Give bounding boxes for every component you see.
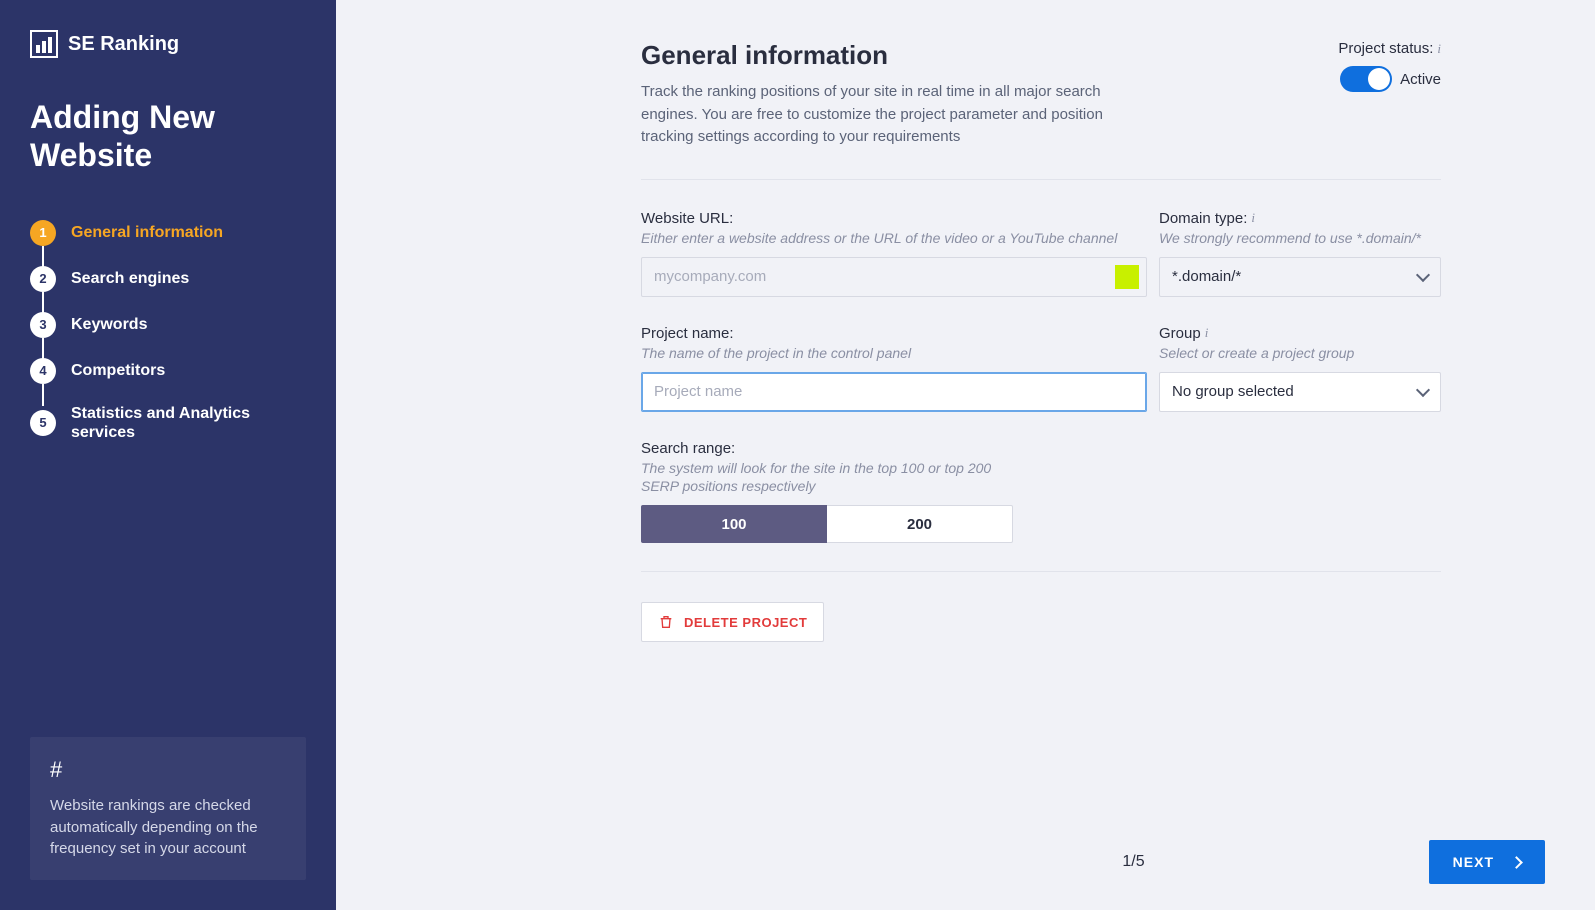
page-indicator: 1/5 <box>1122 853 1144 871</box>
delete-project-button[interactable]: DELETE PROJECT <box>641 602 824 642</box>
search-range-label: Search range: <box>641 440 1441 457</box>
trash-icon <box>658 613 674 631</box>
search-range-100-button[interactable]: 100 <box>641 505 827 543</box>
step-keywords[interactable]: 3 Keywords <box>30 302 306 348</box>
search-range-group: 100 200 <box>641 505 1441 543</box>
website-url-label: Website URL: <box>641 210 1147 227</box>
project-name-label: Project name: <box>641 325 1147 342</box>
group-label: Group i <box>1159 325 1441 342</box>
sidebar-info-box: # Website rankings are checked automatic… <box>30 737 306 880</box>
step-statistics[interactable]: 5 Statistics and Analytics services <box>30 394 306 452</box>
group-select[interactable]: No group selected <box>1159 372 1441 412</box>
info-icon[interactable]: i <box>1251 210 1255 226</box>
website-url-hint: Either enter a website address or the UR… <box>641 229 1147 247</box>
group-value: No group selected <box>1172 383 1294 400</box>
footer: 1/5 NEXT <box>722 840 1545 884</box>
project-name-input[interactable] <box>641 372 1147 412</box>
project-status-value: Active <box>1400 71 1441 88</box>
hash-icon: # <box>50 757 286 783</box>
page-description: Track the ranking positions of your site… <box>641 81 1151 149</box>
step-list: 1 General information 2 Search engines 3… <box>30 210 306 452</box>
step-number: 3 <box>30 312 56 338</box>
step-search-engines[interactable]: 2 Search engines <box>30 256 306 302</box>
sidebar-title: Adding New Website <box>30 98 306 175</box>
step-competitors[interactable]: 4 Competitors <box>30 348 306 394</box>
brand-logo: SE Ranking <box>30 30 306 58</box>
page-title: General information <box>641 40 1151 71</box>
sidebar-info-text: Website rankings are checked automatical… <box>50 795 286 860</box>
step-number: 1 <box>30 220 56 246</box>
step-number: 5 <box>30 410 56 436</box>
step-label: Competitors <box>71 361 165 380</box>
bars-icon <box>30 30 58 58</box>
step-label: Search engines <box>71 269 189 288</box>
step-label: Keywords <box>71 315 147 334</box>
input-indicator-icon <box>1115 265 1139 289</box>
brand-name: SE Ranking <box>68 33 179 56</box>
project-name-hint: The name of the project in the control p… <box>641 344 1147 362</box>
step-number: 2 <box>30 266 56 292</box>
next-button[interactable]: NEXT <box>1429 840 1545 884</box>
search-range-200-button[interactable]: 200 <box>827 505 1013 543</box>
step-number: 4 <box>30 358 56 384</box>
search-range-hint: The system will look for the site in the… <box>641 459 1021 495</box>
domain-type-label: Domain type: i <box>1159 210 1441 227</box>
project-status-label: Project status: i <box>1338 40 1441 57</box>
step-label: General information <box>71 223 223 242</box>
domain-type-value: *.domain/* <box>1172 268 1241 285</box>
step-general-information[interactable]: 1 General information <box>30 210 306 256</box>
website-url-input[interactable] <box>641 257 1147 297</box>
sidebar: SE Ranking Adding New Website 1 General … <box>0 0 336 910</box>
info-icon[interactable]: i <box>1205 325 1209 341</box>
step-label: Statistics and Analytics services <box>71 404 306 442</box>
main-content: General information Track the ranking po… <box>336 0 1595 910</box>
domain-type-hint: We strongly recommend to use *.domain/* <box>1159 229 1441 247</box>
chevron-down-icon <box>1416 268 1430 282</box>
chevron-right-icon <box>1510 856 1523 869</box>
domain-type-select[interactable]: *.domain/* <box>1159 257 1441 297</box>
chevron-down-icon <box>1416 383 1430 397</box>
info-icon[interactable]: i <box>1437 41 1441 57</box>
divider <box>641 179 1441 180</box>
project-status-toggle[interactable] <box>1340 66 1392 92</box>
divider <box>641 571 1441 572</box>
group-hint: Select or create a project group <box>1159 344 1441 362</box>
